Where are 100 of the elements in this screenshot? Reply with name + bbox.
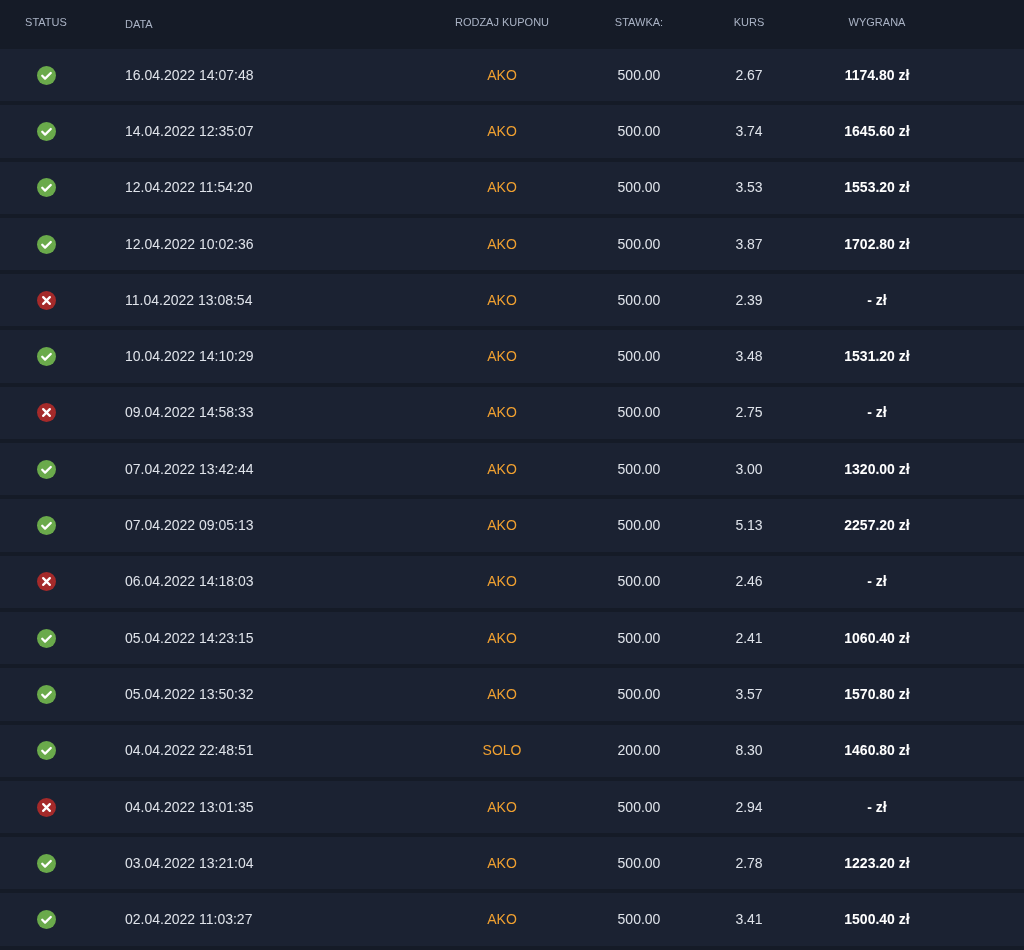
winnings-cell-text: 1500.40 zł: [844, 910, 910, 930]
check-icon: [36, 853, 56, 873]
odds-cell-text: 3.74: [735, 121, 763, 141]
winnings-cell-text: 1460.80 zł: [844, 741, 910, 761]
coupon-type: AKO: [487, 684, 517, 704]
stake-cell-text: 500.00: [617, 572, 661, 592]
stake-cell-text: 500.00: [617, 403, 661, 423]
check-icon: [36, 910, 56, 930]
coupon-type: AKO: [487, 234, 517, 254]
cross-icon: [36, 572, 56, 592]
cross-icon: [36, 797, 56, 817]
column-header: DATA: [125, 17, 153, 30]
date-cell: 03.04.2022 13:21:04: [125, 854, 254, 871]
odds-cell-text: 2.39: [735, 290, 763, 310]
check-icon: [36, 459, 56, 479]
coupon-type: AKO: [487, 572, 517, 592]
stake-cell-text: 500.00: [617, 684, 661, 704]
stake-cell-text: 500.00: [617, 459, 661, 479]
coupon-type: AKO: [487, 797, 517, 817]
stake-cell-text: 500.00: [617, 234, 661, 254]
coupon-type: AKO: [487, 459, 517, 479]
date-cell: 05.04.2022 13:50:32: [125, 685, 254, 702]
column-header: KURS: [733, 15, 765, 31]
winnings-cell-text: 1060.40 zł: [844, 628, 910, 648]
odds-cell-text: 2.75: [735, 403, 763, 423]
stake-cell-text: 500.00: [617, 797, 661, 817]
winnings-cell-text: 1531.20 zł: [844, 347, 910, 367]
coupon-type: AKO: [487, 516, 517, 535]
check-icon: [36, 684, 56, 704]
coupon-type: AKO: [487, 65, 517, 85]
column-header: RODZAJ KUPONU: [454, 15, 550, 31]
stake-cell-text: 500.00: [617, 910, 661, 930]
date-cell: 04.04.2022 22:48:51: [125, 742, 254, 759]
winnings-cell-text: 1702.80 zł: [844, 234, 910, 254]
stake-cell-text: 500.00: [617, 290, 661, 310]
winnings-cell-text: 1320.00 zł: [844, 459, 910, 479]
odds-cell-text: 3.57: [735, 684, 763, 704]
odds-cell-text: 2.78: [735, 853, 763, 873]
check-icon: [36, 516, 56, 535]
winnings-cell-text: 1174.80 zł: [844, 65, 910, 85]
winnings-cell-text: 1645.60 zł: [844, 121, 910, 141]
check-icon: [36, 65, 56, 85]
winnings-cell-text: 2257.20 zł: [844, 516, 910, 535]
coupon-type: AKO: [487, 910, 517, 930]
coupon-type: AKO: [487, 121, 517, 141]
date-cell: 06.04.2022 14:18:03: [125, 573, 254, 590]
date-cell: 07.04.2022 09:05:13: [125, 517, 254, 533]
cross-icon: [36, 290, 56, 310]
odds-cell-text: 3.41: [735, 910, 763, 930]
column-header: STAWKA:: [614, 15, 664, 31]
odds-cell-text: 5.13: [735, 516, 763, 535]
winnings-cell-text: - zł: [867, 572, 887, 592]
coupon-type: AKO: [487, 347, 517, 367]
odds-cell-text: 8.30: [735, 741, 763, 761]
stake-cell-text: 500.00: [617, 121, 661, 141]
coupon-type: AKO: [487, 178, 517, 198]
coupon-type: AKO: [487, 290, 517, 310]
winnings-cell-text: - zł: [867, 797, 887, 817]
date-cell: 10.04.2022 14:10:29: [125, 348, 254, 365]
stake-cell-text: 500.00: [617, 178, 661, 198]
date-cell: 11.04.2022 13:08:54: [125, 291, 253, 308]
column-header: WYGRANA: [848, 15, 906, 31]
winnings-cell-text: 1553.20 zł: [844, 178, 910, 198]
winnings-cell-text: 1223.20 zł: [844, 853, 910, 873]
check-icon: [36, 741, 56, 761]
column-header: STATUS: [25, 15, 67, 31]
odds-cell-text: 2.41: [735, 628, 763, 648]
odds-cell-text: 3.87: [735, 234, 763, 254]
date-cell: 05.04.2022 14:23:15: [125, 629, 254, 646]
check-icon: [36, 178, 56, 198]
coupon-type: SOLO: [482, 741, 522, 761]
date-cell: 16.04.2022 14:07:48: [125, 66, 254, 83]
check-icon: [36, 121, 56, 141]
coupon-type: AKO: [487, 853, 517, 873]
odds-cell-text: 3.53: [735, 178, 763, 198]
stake-cell-text: 500.00: [617, 853, 661, 873]
winnings-cell-text: 1570.80 zł: [844, 684, 910, 704]
odds-cell-text: 2.94: [735, 797, 763, 817]
check-icon: [36, 628, 56, 648]
winnings-cell-text: - zł: [867, 403, 887, 423]
stake-cell-text: 500.00: [617, 628, 661, 648]
winnings-cell-text: - zł: [867, 290, 887, 310]
date-cell: 09.04.2022 14:58:33: [125, 404, 254, 421]
stake-cell-text: 500.00: [617, 65, 661, 85]
check-icon: [36, 347, 56, 367]
odds-cell-text: 3.48: [735, 347, 763, 367]
date-cell: 12.04.2022 10:02:36: [125, 235, 254, 252]
stake-cell-text: 200.00: [617, 741, 661, 761]
date-cell: 07.04.2022 13:42:44: [125, 460, 254, 477]
odds-cell-text: 3.00: [735, 459, 763, 479]
coupon-type: AKO: [487, 628, 517, 648]
stake-cell-text: 500.00: [617, 516, 661, 535]
date-cell: 02.04.2022 11:03:27: [125, 911, 253, 928]
cross-icon: [36, 403, 56, 423]
coupon-type: AKO: [487, 403, 517, 423]
date-cell: 04.04.2022 13:01:35: [125, 798, 254, 815]
check-icon: [36, 234, 56, 254]
date-cell: 12.04.2022 11:54:20: [125, 179, 253, 196]
stake-cell-text: 500.00: [617, 347, 661, 367]
date-cell: 14.04.2022 12:35:07: [125, 122, 254, 139]
